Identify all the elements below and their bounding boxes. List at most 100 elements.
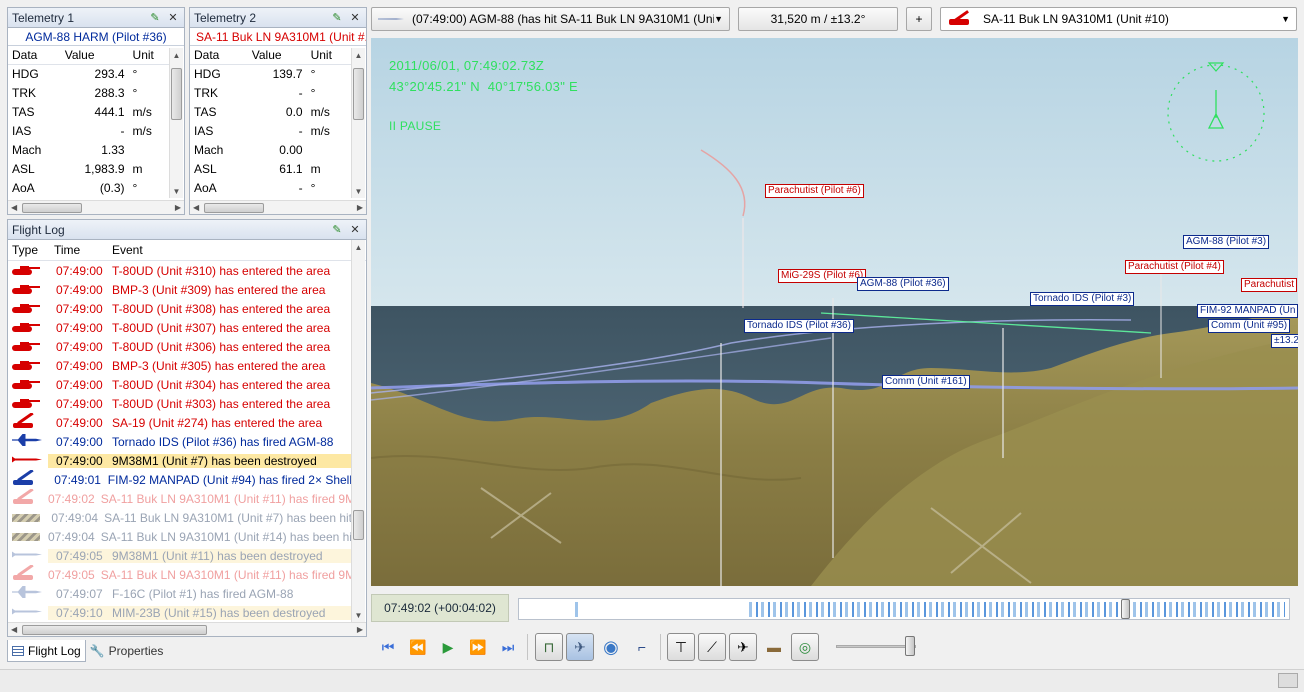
flightlog-row[interactable]: 07:49:00 SA-19 (Unit #274) has entered th…: [8, 413, 352, 432]
flightlog-scrollbar[interactable]: ▲ ▼: [351, 240, 365, 622]
scroll-down-icon[interactable]: ▼: [352, 608, 365, 622]
pin-icon[interactable]: ✎: [330, 223, 344, 237]
flightlog-row[interactable]: 07:49:00 9M38M1 (Unit #7) has been destro…: [8, 451, 352, 470]
pin-icon[interactable]: ✎: [330, 11, 344, 25]
zoom-slider-track[interactable]: [836, 645, 916, 648]
flightlog-row[interactable]: 07:49:00 BMP-3 (Unit #305) has entered th…: [8, 356, 352, 375]
telemetry2-scrollbar[interactable]: ▲ ▼: [351, 48, 365, 198]
unit-label[interactable]: AGM-88 (Pilot #36): [857, 277, 949, 291]
unit-label[interactable]: MiG-29S (Pilot #6): [778, 269, 867, 283]
scroll-left-icon[interactable]: ◀: [193, 203, 199, 212]
zoom-slider-handle[interactable]: [905, 636, 915, 656]
flightlog-row[interactable]: 07:49:00 T-80UD (Unit #303) has entered t…: [8, 394, 352, 413]
scroll-up-icon[interactable]: ▲: [352, 240, 365, 254]
flightlog-row[interactable]: 07:49:04 SA-11 Buk LN 9A310M1 (Unit #7) h…: [8, 508, 352, 527]
fast-forward-button[interactable]: ⏩: [464, 633, 492, 661]
flightlog-row[interactable]: 07:49:00 T-80UD (Unit #307) has entered t…: [8, 318, 352, 337]
unit-label[interactable]: Comm (Unit #95): [1208, 319, 1291, 333]
telemetry-col-value[interactable]: Value: [247, 46, 307, 65]
flightlog-row[interactable]: 07:49:04 SA-11 Buk LN 9A310M1 (Unit #14) …: [8, 527, 352, 546]
col-event[interactable]: Event: [106, 243, 366, 257]
ground-units-icon[interactable]: ▬: [760, 633, 788, 661]
flightlog-row[interactable]: 07:49:00 T-80UD (Unit #310) has entered t…: [8, 261, 352, 280]
unit-label[interactable]: AGM-88 (Pilot #3): [1183, 235, 1270, 249]
scroll-thumb[interactable]: [353, 68, 364, 120]
flightlog-row[interactable]: 07:49:05 9M38M1 (Unit #11) has been destr…: [8, 546, 352, 565]
flightlog-hscrollbar[interactable]: ◀ ▶: [8, 622, 366, 636]
range-display[interactable]: 31,520 m / ±13.2°: [738, 7, 898, 31]
flightlog-row[interactable]: 07:49:07 F-16C (Pilot #1) has fired AGM-8…: [8, 584, 352, 603]
event-select[interactable]: (07:49:00) AGM-88 (has hit SA-11 Buk LN …: [371, 7, 730, 31]
telemetry1-header[interactable]: Telemetry 1 ✎ ✕: [8, 8, 184, 28]
flightlog-row[interactable]: 07:49:00 Tornado IDS (Pilot #36) has fire…: [8, 432, 352, 451]
scroll-thumb[interactable]: [353, 510, 364, 540]
3d-viewport[interactable]: 2011/06/01, 07:49:02.73Z 43°20'45.21" N …: [371, 38, 1298, 586]
col-type[interactable]: Type: [8, 243, 48, 257]
timeline-track[interactable]: [518, 598, 1290, 620]
globe-view-icon[interactable]: ◉: [597, 633, 625, 661]
altitude-line-icon[interactable]: ⊤: [667, 633, 695, 661]
target-select[interactable]: SA-11 Buk LN 9A310M1 (Unit #10) ▼: [940, 7, 1297, 31]
chase-view-icon[interactable]: ✈: [566, 633, 594, 661]
unit-label[interactable]: Parachutist (Pilot #4): [1125, 260, 1224, 274]
flightlog-header[interactable]: Flight Log ✎ ✕: [8, 220, 366, 240]
add-button[interactable]: +: [906, 7, 932, 31]
flightlog-row[interactable]: 07:49:05 SA-11 Buk LN 9A310M1 (Unit #11) …: [8, 565, 352, 584]
cockpit-view-icon[interactable]: ⊓: [535, 633, 563, 661]
scroll-down-icon[interactable]: ▼: [170, 184, 183, 198]
skip-to-end-button[interactable]: ⏭: [494, 633, 522, 661]
scroll-left-icon[interactable]: ◀: [11, 203, 17, 212]
hscroll-thumb[interactable]: [22, 625, 207, 635]
telemetry-col-unit[interactable]: Unit: [306, 46, 352, 65]
telemetry-col-value[interactable]: Value: [60, 46, 129, 65]
telemetry1-panel: Telemetry 1 ✎ ✕ AGM-88 HARM (Pilot #36) …: [7, 7, 185, 215]
flightlog-row[interactable]: 07:49:02 SA-11 Buk LN 9A310M1 (Unit #11) …: [8, 489, 352, 508]
unit-label[interactable]: Tornado IDS (Pilot #36): [744, 319, 854, 333]
resize-grip-icon[interactable]: [1278, 673, 1298, 688]
unit-label[interactable]: ±13.2: [1271, 334, 1298, 348]
scroll-thumb[interactable]: [171, 68, 182, 120]
radar-icon[interactable]: ◎: [791, 633, 819, 661]
unit-label[interactable]: Comm (Unit #161): [882, 375, 970, 389]
scroll-right-icon[interactable]: ▶: [357, 203, 363, 212]
trail-icon[interactable]: ⟋: [698, 633, 726, 661]
unit-label[interactable]: Parachutist: [1241, 278, 1298, 292]
telemetry1-scrollbar[interactable]: ▲ ▼: [169, 48, 183, 198]
telemetry-col-data[interactable]: Data: [8, 46, 61, 65]
scroll-left-icon[interactable]: ◀: [11, 625, 17, 634]
col-time[interactable]: Time: [48, 243, 106, 257]
unit-label[interactable]: FIM-92 MANPAD (Un: [1197, 304, 1298, 318]
close-icon[interactable]: ✕: [166, 11, 180, 25]
scroll-down-icon[interactable]: ▼: [352, 184, 365, 198]
hscroll-thumb[interactable]: [22, 203, 82, 213]
telemetry2-hscrollbar[interactable]: ◀ ▶: [190, 200, 366, 214]
label-icon[interactable]: ✈: [729, 633, 757, 661]
scroll-up-icon[interactable]: ▲: [352, 48, 365, 62]
tab-flight-log[interactable]: Flight Log: [7, 640, 86, 662]
flightlog-row[interactable]: 07:49:00 T-80UD (Unit #306) has entered t…: [8, 337, 352, 356]
play-button[interactable]: ▶: [434, 633, 462, 661]
hscroll-thumb[interactable]: [204, 203, 264, 213]
scroll-right-icon[interactable]: ▶: [175, 203, 181, 212]
telescope-icon[interactable]: ⌐: [628, 633, 656, 661]
rewind-button[interactable]: ⏪: [404, 633, 432, 661]
telemetry-col-unit[interactable]: Unit: [128, 46, 170, 65]
pin-icon[interactable]: ✎: [148, 11, 162, 25]
close-icon[interactable]: ✕: [348, 223, 362, 237]
flightlog-row[interactable]: 07:49:00 T-80UD (Unit #304) has entered t…: [8, 375, 352, 394]
scroll-right-icon[interactable]: ▶: [357, 625, 363, 634]
close-icon[interactable]: ✕: [348, 11, 362, 25]
telemetry2-header[interactable]: Telemetry 2 ✎ ✕: [190, 8, 366, 28]
telemetry-col-data[interactable]: Data: [190, 46, 248, 65]
flightlog-row[interactable]: 07:49:10 MIM-23B (Unit #15) has been dest…: [8, 603, 352, 622]
tab-properties[interactable]: 🔧 Properties: [86, 640, 168, 662]
unit-label[interactable]: Parachutist (Pilot #6): [765, 184, 864, 198]
flightlog-row[interactable]: 07:49:00 T-80UD (Unit #308) has entered t…: [8, 299, 352, 318]
telemetry1-hscrollbar[interactable]: ◀ ▶: [8, 200, 184, 214]
timeline-slider-handle[interactable]: [1121, 599, 1130, 619]
flightlog-row[interactable]: 07:49:01 FIM-92 MANPAD (Unit #94) has fir…: [8, 470, 352, 489]
scroll-up-icon[interactable]: ▲: [170, 48, 183, 62]
skip-to-start-button[interactable]: ⏮: [374, 633, 402, 661]
flightlog-row[interactable]: 07:49:00 BMP-3 (Unit #309) has entered th…: [8, 280, 352, 299]
unit-label[interactable]: Tornado IDS (Pilot #3): [1030, 292, 1135, 306]
